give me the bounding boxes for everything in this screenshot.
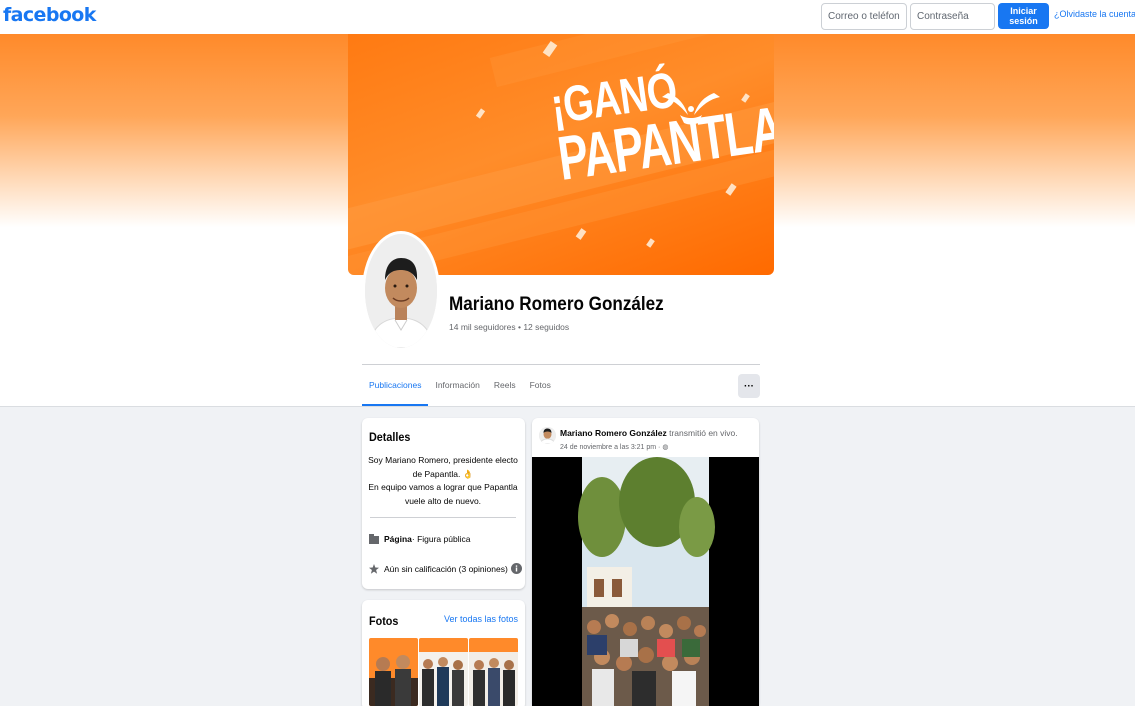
party-bird-logo-icon bbox=[662, 93, 720, 125]
profile-photo-icon bbox=[365, 234, 437, 348]
profile-tabs: Publicaciones Información Reels Fotos bbox=[362, 372, 558, 406]
post-action: transmitió en vivo. bbox=[666, 428, 738, 438]
page-type-label: Página bbox=[384, 534, 412, 544]
page-category-label: · Figura pública bbox=[411, 534, 471, 544]
email-field[interactable] bbox=[821, 3, 907, 30]
details-card: Detalles Soy Mariano Romero, presidente … bbox=[362, 418, 525, 589]
login-button[interactable]: Iniciar sesión bbox=[998, 3, 1049, 29]
video-frame bbox=[532, 457, 759, 706]
bio-line-1: Soy Mariano Romero, presidente electo de… bbox=[368, 455, 518, 479]
photos-title: Fotos bbox=[369, 614, 399, 628]
post-timestamp: 24 de noviembre a las 3:21 pm · ◍ bbox=[560, 443, 668, 451]
profile-avatar[interactable] bbox=[362, 231, 440, 351]
details-bio: Soy Mariano Romero, presidente electo de… bbox=[368, 454, 518, 508]
tab-fotos[interactable]: Fotos bbox=[523, 372, 558, 406]
photos-card: Fotos Ver todas las fotos bbox=[362, 600, 525, 706]
photo-thumbnail[interactable] bbox=[469, 638, 518, 706]
page-flag-icon bbox=[369, 534, 379, 544]
photo-thumbnail[interactable] bbox=[369, 638, 418, 706]
top-navigation-bar: facebook Iniciar sesión ¿Olvidaste la cu… bbox=[0, 0, 1135, 34]
facebook-logo[interactable]: facebook bbox=[3, 4, 96, 26]
globe-icon: ◍ bbox=[662, 444, 669, 451]
forgot-account-link[interactable]: ¿Olvidaste la cuenta? bbox=[1054, 9, 1135, 19]
post-author-name[interactable]: Mariano Romero González bbox=[560, 428, 667, 438]
profile-name: Mariano Romero González bbox=[449, 294, 664, 315]
post-author-line: Mariano Romero González transmitió en vi… bbox=[560, 428, 738, 438]
details-divider bbox=[370, 517, 516, 518]
details-title: Detalles bbox=[369, 430, 411, 444]
page-category-row: Página · Figura pública bbox=[369, 534, 470, 544]
more-options-button[interactable]: ··· bbox=[738, 374, 760, 398]
rating-row: Aún sin calificación (3 opiniones) bbox=[369, 563, 522, 574]
profile-follower-stats[interactable]: 14 mil seguidores • 12 seguidos bbox=[449, 322, 569, 332]
post-time-text[interactable]: 24 de noviembre a las 3:21 pm · bbox=[560, 444, 662, 451]
live-video-player[interactable] bbox=[532, 457, 759, 706]
see-all-photos-link[interactable]: Ver todas las fotos bbox=[444, 614, 518, 624]
info-icon[interactable] bbox=[510, 563, 522, 574]
header-divider bbox=[362, 364, 760, 365]
bio-line-2: En equipo vamos a lograr que Papantla vu… bbox=[368, 482, 518, 506]
tab-publicaciones[interactable]: Publicaciones bbox=[362, 372, 429, 406]
rating-text: Aún sin calificación (3 opiniones) bbox=[384, 563, 508, 574]
tab-reels[interactable]: Reels bbox=[487, 372, 523, 406]
password-field[interactable] bbox=[910, 3, 995, 30]
photo-thumbnail[interactable] bbox=[419, 638, 468, 706]
post-author-avatar[interactable] bbox=[539, 427, 556, 444]
tab-informacion[interactable]: Información bbox=[428, 372, 486, 406]
star-icon bbox=[369, 563, 379, 574]
